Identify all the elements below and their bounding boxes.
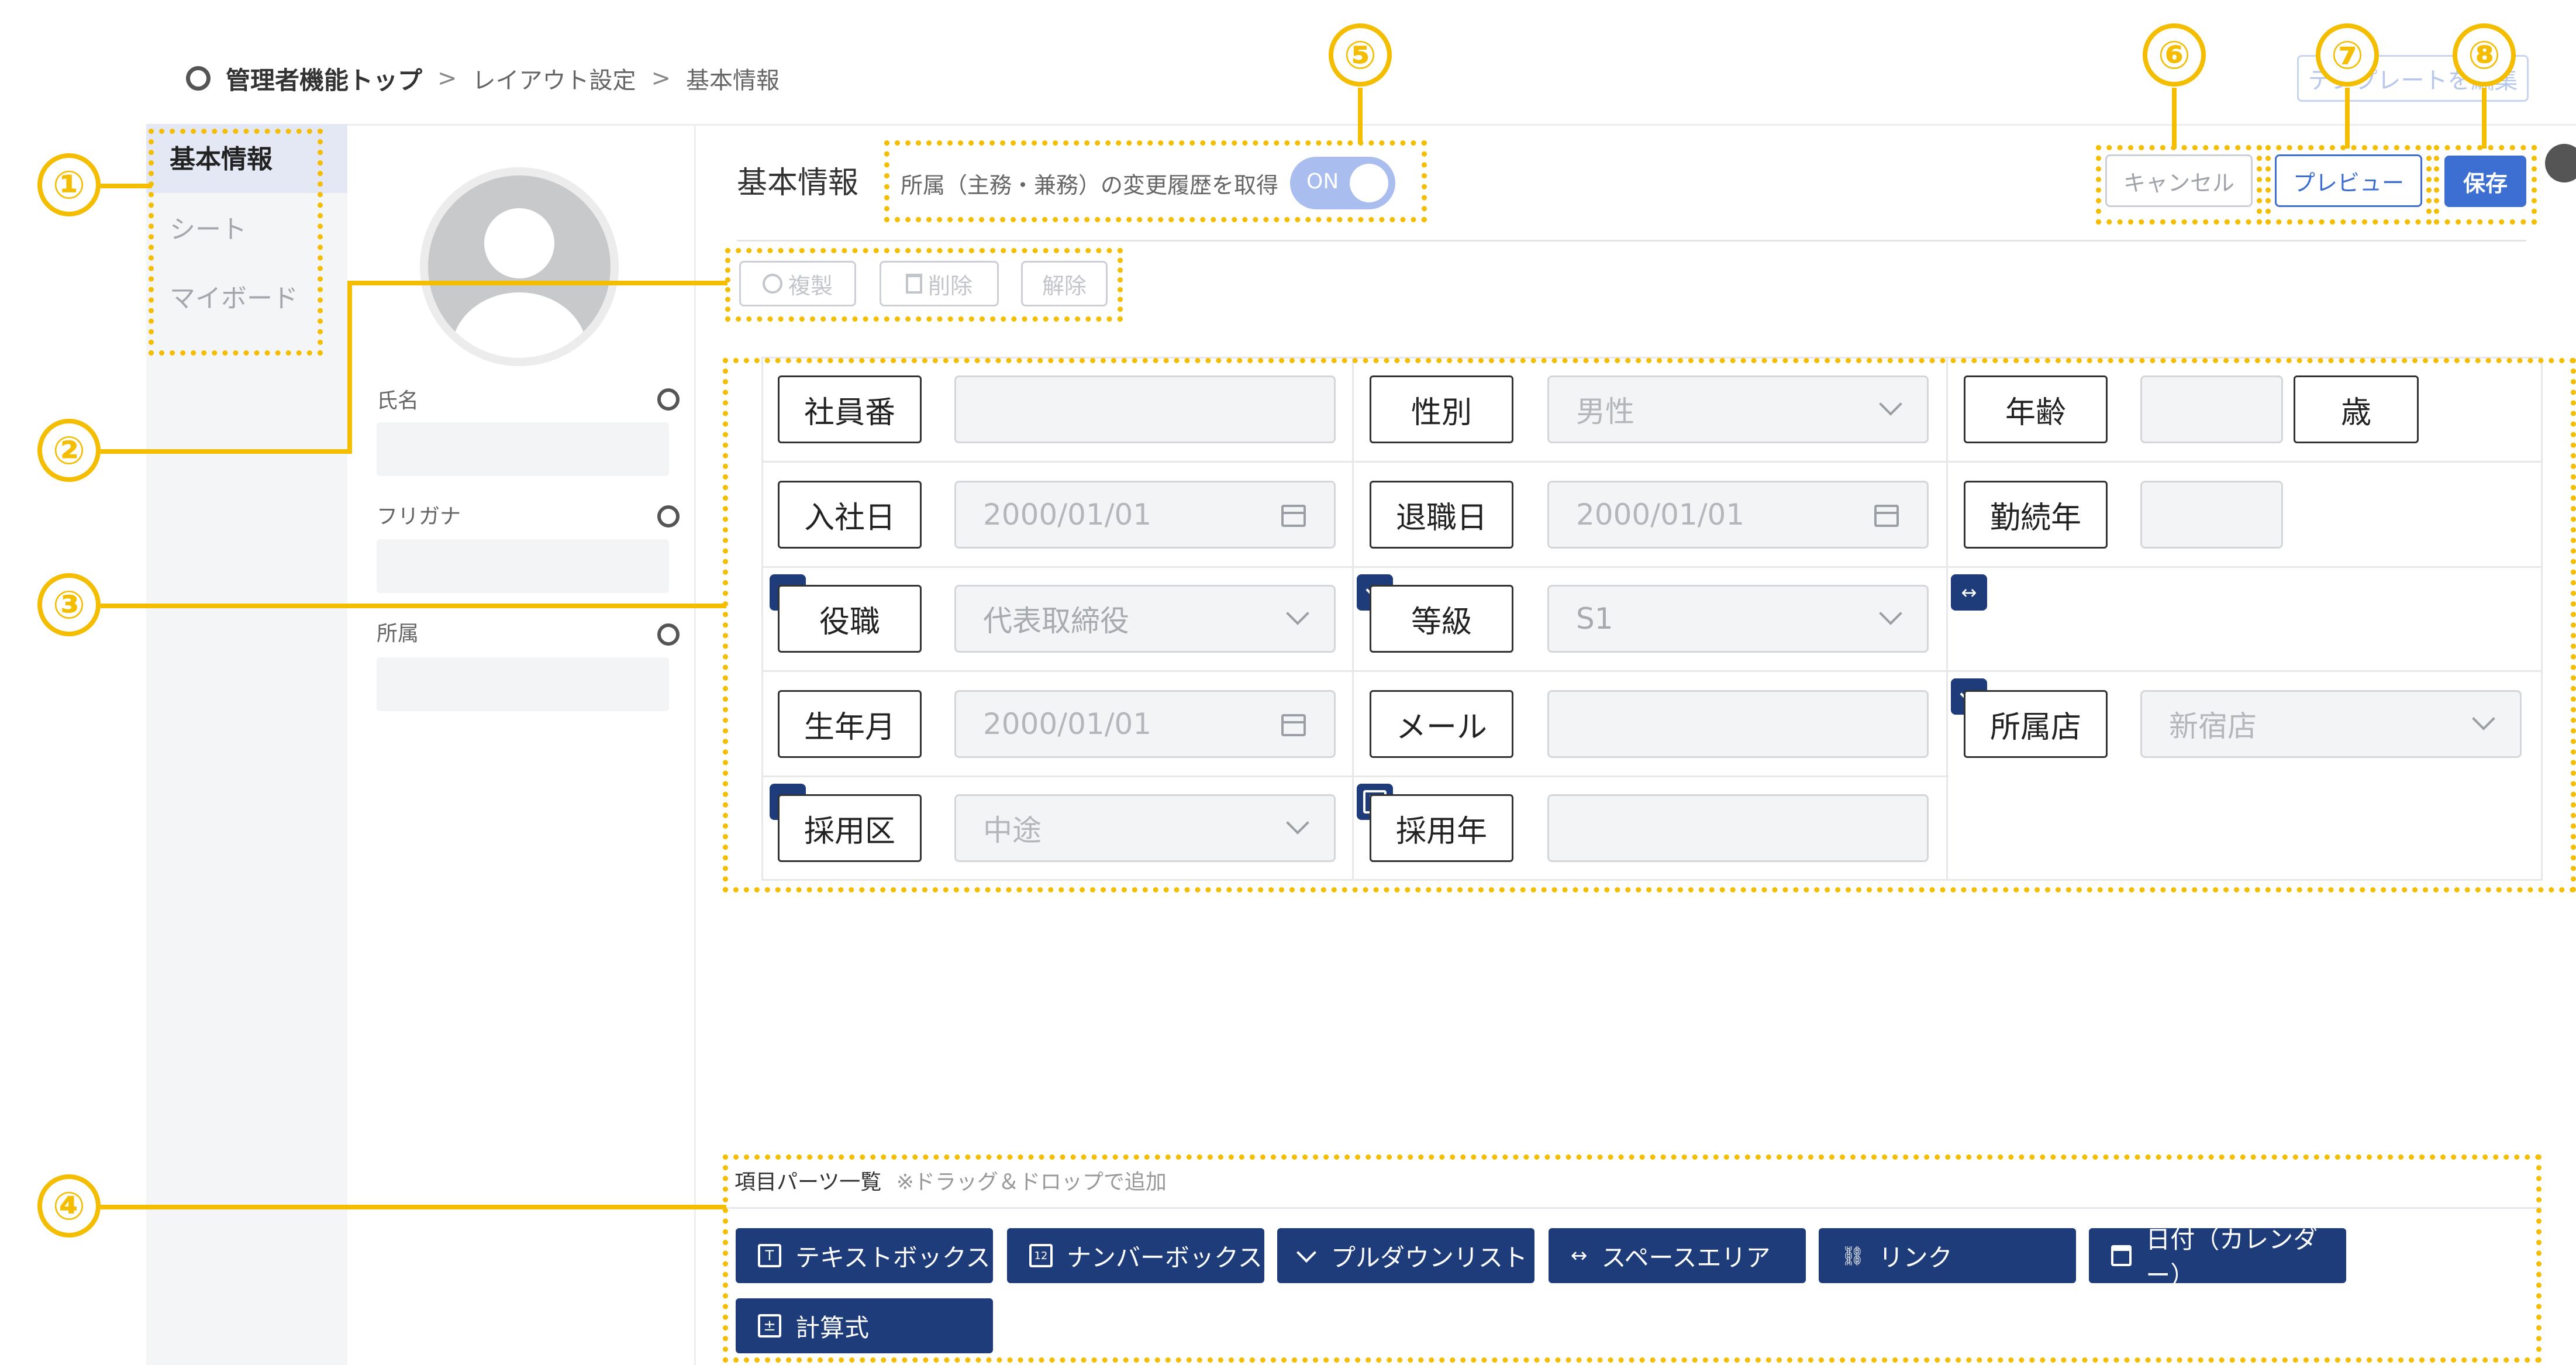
- gear-icon[interactable]: [186, 66, 211, 91]
- gear-icon[interactable]: [657, 623, 680, 646]
- callout-4: ④: [37, 1174, 101, 1238]
- breadcrumb-layout[interactable]: レイアウト設定: [473, 61, 636, 95]
- breadcrumb-separator: >: [437, 65, 457, 92]
- profile-field-label: フリガナ: [377, 505, 461, 529]
- page-title: 基本情報: [737, 166, 859, 201]
- callout-8: ⑧: [2453, 23, 2516, 87]
- profile-input-furigana[interactable]: [377, 539, 669, 593]
- highlight-parts-panel: [723, 1154, 2541, 1363]
- breadcrumb-current: 基本情報: [686, 67, 780, 94]
- highlight-toolbar: [725, 248, 1123, 322]
- leader-line: [347, 281, 727, 285]
- highlight-history-toggle: [884, 140, 1427, 222]
- leader-line: [101, 449, 352, 454]
- profile-input-department[interactable]: [377, 657, 669, 711]
- highlight-field-grid: [723, 358, 2576, 892]
- highlight-preview: [2265, 145, 2432, 225]
- profile-input-name[interactable]: [377, 422, 669, 476]
- leader-line: [1358, 88, 1363, 144]
- highlight-save: [2434, 145, 2537, 225]
- gear-icon[interactable]: [657, 505, 680, 528]
- leader-line: [2345, 88, 2350, 149]
- leader-line: [2482, 88, 2487, 149]
- callout-2: ②: [37, 419, 101, 482]
- leader-line: [101, 1205, 726, 1209]
- breadcrumb-home[interactable]: 管理者機能トップ: [226, 61, 422, 96]
- gear-icon[interactable]: [657, 388, 680, 411]
- highlight-cancel: [2096, 145, 2262, 225]
- breadcrumb: 管理者機能トップ > レイアウト設定 > 基本情報: [186, 61, 780, 96]
- leader-line: [101, 184, 152, 188]
- profile-field-label: 氏名: [377, 389, 419, 413]
- callout-3: ③: [37, 573, 101, 636]
- highlight-sidebar-nav: [149, 129, 323, 356]
- breadcrumb-separator: >: [651, 65, 671, 92]
- header-rule: [737, 240, 2526, 242]
- avatar: [420, 167, 619, 366]
- side-panel-toggle-icon[interactable]: [2545, 144, 2576, 182]
- leader-line: [347, 281, 352, 454]
- profile-field-label: 所属: [377, 622, 419, 646]
- callout-1: ①: [37, 153, 101, 216]
- callout-5: ⑤: [1329, 23, 1392, 87]
- callout-7: ⑦: [2316, 23, 2379, 87]
- leader-line: [2172, 88, 2177, 149]
- leader-line: [101, 604, 726, 608]
- callout-6: ⑥: [2143, 23, 2206, 87]
